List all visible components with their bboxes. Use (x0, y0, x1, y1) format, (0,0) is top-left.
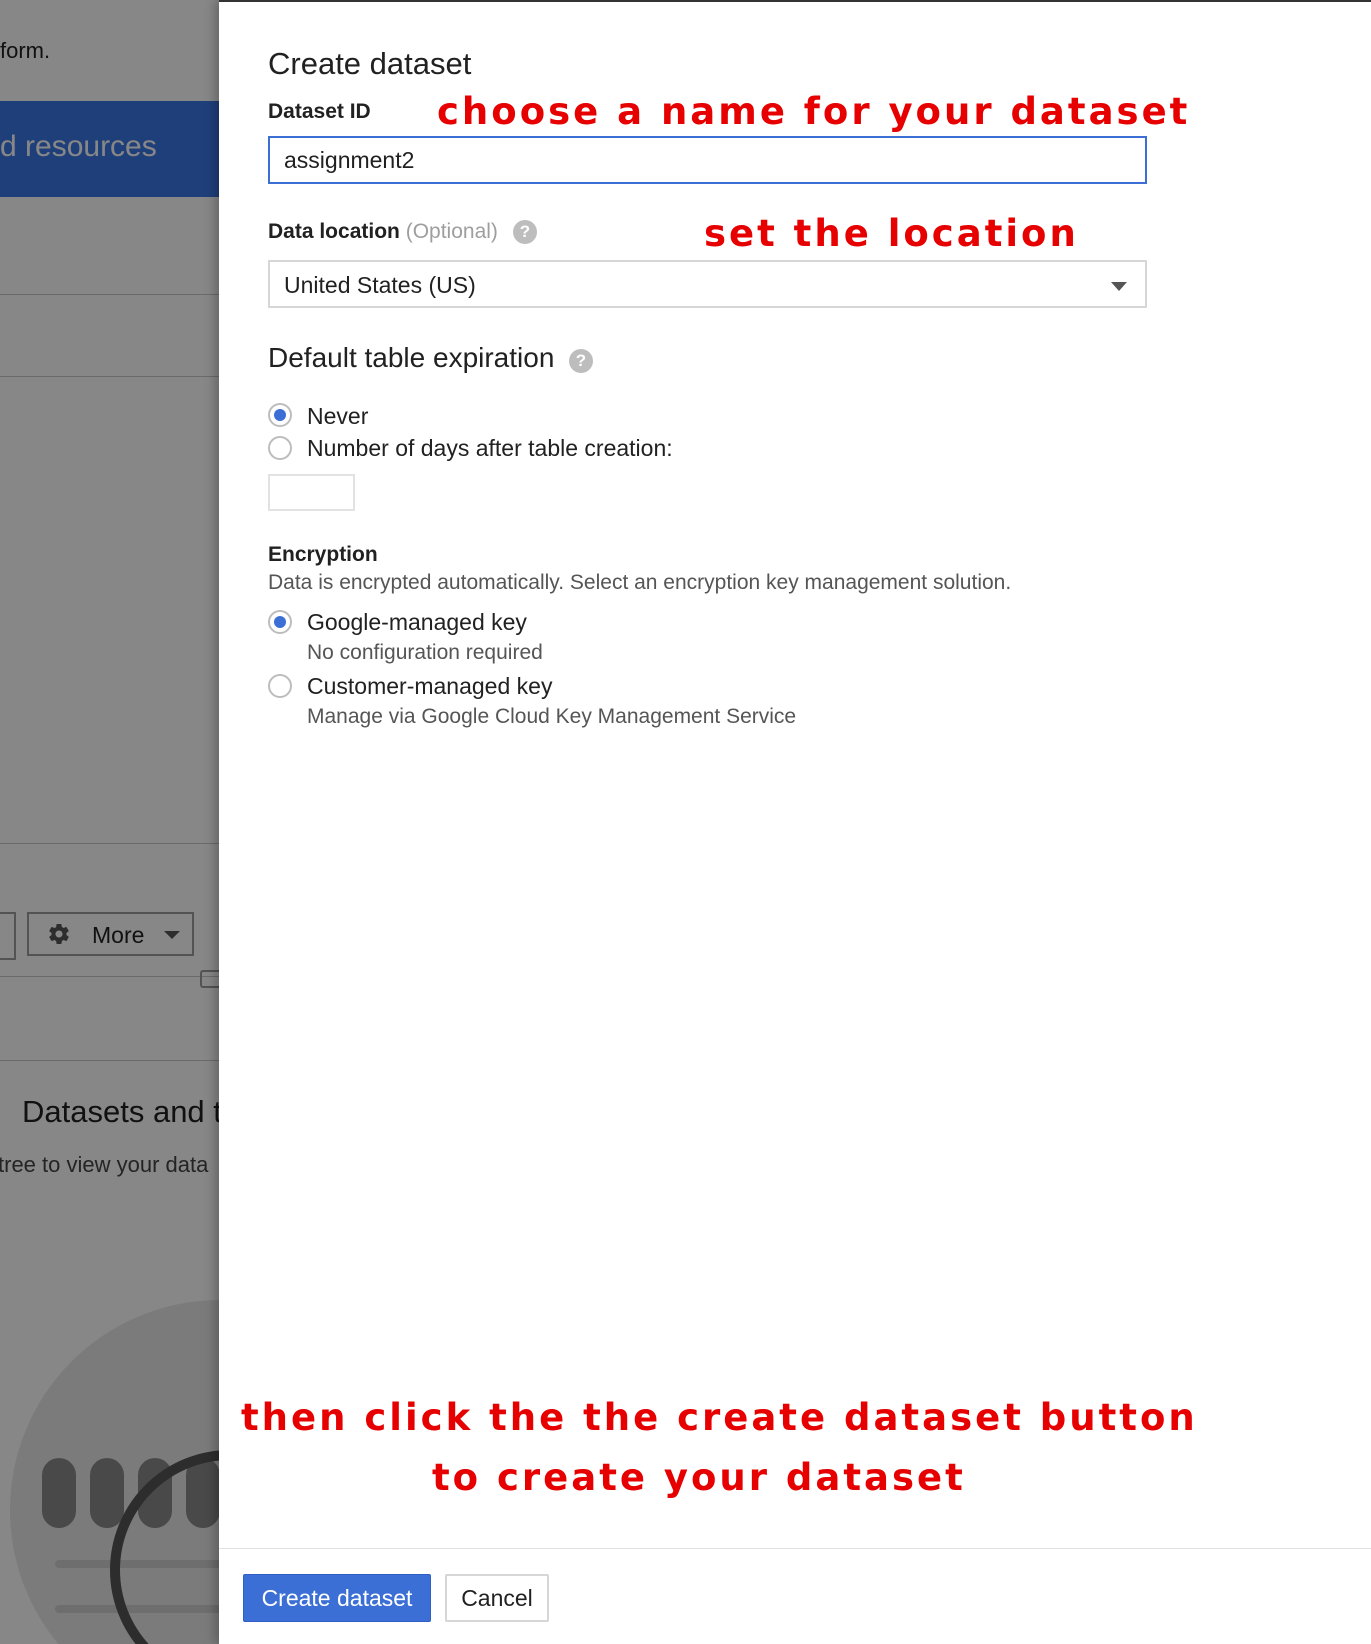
radio-google-managed-key[interactable] (268, 610, 292, 634)
customer-managed-key-description: Manage via Google Cloud Key Management S… (307, 705, 797, 728)
annotation-create-dataset: to create your dataset (432, 1456, 966, 1499)
encryption-description: Data is encrypted automatically. Select … (268, 571, 1012, 594)
chevron-down-icon (1111, 282, 1127, 291)
radio-never[interactable] (268, 403, 292, 427)
data-location-select[interactable]: United States (US) (268, 260, 1147, 308)
data-location-value: United States (US) (284, 272, 476, 298)
dataset-id-input[interactable] (268, 136, 1147, 184)
google-managed-key-description: No configuration required (307, 641, 543, 664)
data-location-label-text: Data location (268, 220, 400, 243)
annotation-click-create: then click the the create dataset button (241, 1396, 1198, 1439)
annotation-set-location: set the location (704, 212, 1079, 255)
default-table-expiration-title: Default table expiration (268, 342, 555, 373)
cancel-button[interactable]: Cancel (445, 1574, 549, 1622)
data-location-label: Data location (Optional) (268, 220, 498, 244)
dataset-id-label: Dataset ID (268, 100, 371, 123)
encryption-title: Encryption (268, 543, 378, 566)
radio-label-customer-managed-key: Customer-managed key (307, 673, 553, 699)
radio-customer-managed-key[interactable] (268, 674, 292, 698)
expiration-days-input[interactable] (268, 474, 355, 511)
optional-text: (Optional) (405, 220, 498, 243)
annotation-choose-name: choose a name for your dataset (437, 90, 1191, 133)
radio-label-never: Never (307, 403, 369, 429)
radio-label-days-after-creation: Number of days after table creation: (307, 435, 673, 461)
radio-label-google-managed-key: Google-managed key (307, 609, 527, 635)
dialog-title: Create dataset (268, 46, 472, 81)
create-dataset-panel: Create dataset Dataset ID Data location … (219, 0, 1371, 1644)
footer-divider (219, 1548, 1371, 1549)
create-dataset-button[interactable]: Create dataset (243, 1574, 431, 1622)
radio-days-after-creation[interactable] (268, 436, 292, 460)
help-icon[interactable]: ? (513, 220, 537, 244)
help-icon[interactable]: ? (569, 349, 593, 373)
